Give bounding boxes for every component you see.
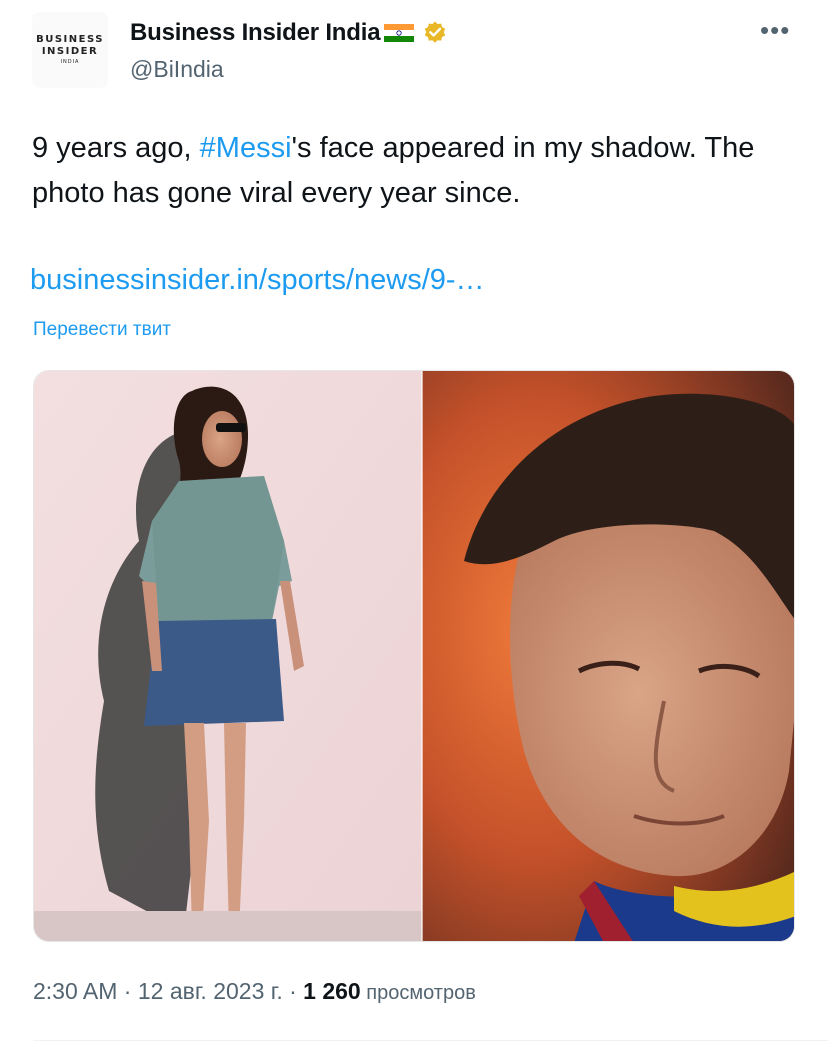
tweet-date[interactable]: 12 авг. 2023 г. [138, 978, 283, 1004]
author-handle[interactable]: @BiIndia [130, 56, 224, 83]
india-flag-icon [384, 24, 415, 42]
divider [33, 1040, 828, 1041]
verified-badge-icon[interactable] [422, 20, 448, 46]
tweet-time[interactable]: 2:30 AM [33, 978, 117, 1004]
tweet-photo-collage [34, 371, 794, 941]
woman-shadow-photo [34, 371, 422, 941]
avatar-line1: BUSINESS [36, 34, 104, 45]
translate-tweet-link[interactable]: Перевести твит [33, 319, 171, 341]
views-count: 1 260 [303, 978, 361, 1004]
views-label: просмотров [360, 982, 476, 1004]
avatar-line3: INDIA [60, 59, 80, 65]
tweet-text: 9 years ago, #Messi's face appeared in m… [32, 126, 802, 216]
meta-separator: · [117, 978, 138, 1004]
tweet-meta: 2:30 AM · 12 авг. 2023 г. · 1 260 просмо… [33, 978, 476, 1005]
article-link[interactable]: businessinsider.in/sports/news/9-… [30, 264, 485, 297]
meta-separator: · [282, 978, 304, 1004]
tweet-text-before: 9 years ago, [32, 132, 200, 164]
more-options-icon[interactable]: ••• [760, 17, 790, 43]
hashtag-link[interactable]: #Messi [200, 132, 292, 164]
messi-face-photo [422, 371, 794, 941]
avatar-line2: INSIDER [41, 46, 99, 57]
profile-avatar[interactable]: BUSINESS INSIDER INDIA [32, 12, 108, 88]
author-name-row: Business Insider India [130, 16, 448, 50]
tweet-media[interactable] [33, 370, 795, 942]
author-display-name[interactable]: Business Insider India [130, 19, 381, 47]
